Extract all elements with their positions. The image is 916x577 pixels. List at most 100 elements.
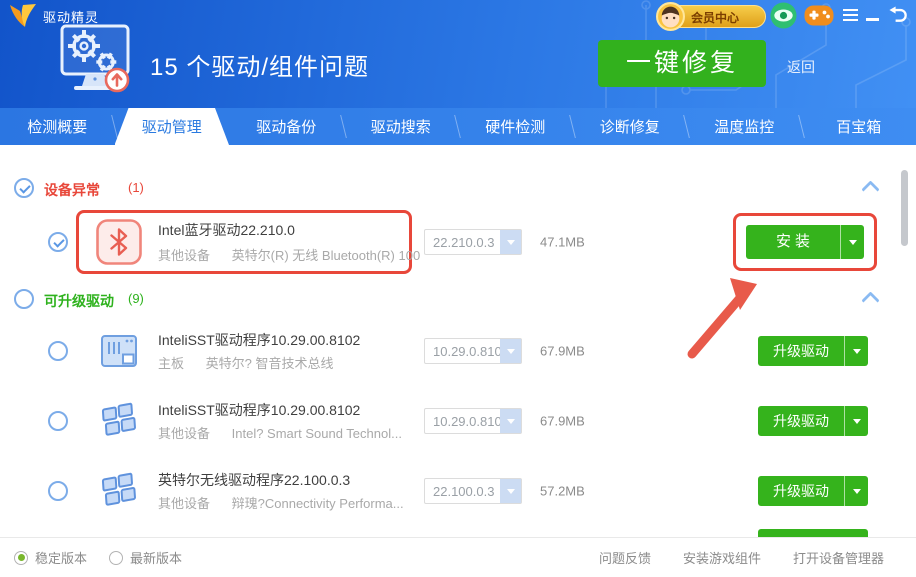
device-category: 其他设备 (158, 496, 210, 511)
device-description: Intel? Smart Sound Technol... (232, 426, 402, 441)
dropdown-arrow-icon[interactable] (500, 479, 521, 503)
driver-title: 英特尔无线驱动程序22.100.0.3 (158, 470, 350, 490)
back-link[interactable]: 返回 (787, 57, 815, 77)
protection-eye-icon[interactable] (770, 2, 797, 29)
back-arrow-icon[interactable] (888, 6, 907, 24)
tab-3[interactable]: 驱动备份 (229, 108, 344, 145)
gamepad-icon[interactable] (804, 4, 834, 27)
version-value: 22.100.0.3 (433, 484, 494, 499)
tab-7[interactable]: 温度监控 (687, 108, 802, 145)
dropdown-arrow-icon[interactable] (500, 230, 521, 254)
section-count: (9) (128, 291, 144, 306)
open-device-manager-link[interactable]: 打开设备管理器 (793, 548, 884, 567)
version-select[interactable]: 10.29.0.8102 (424, 338, 522, 364)
tab-8[interactable]: 百宝箱 (802, 108, 916, 145)
driver-size: 47.1MB (540, 235, 585, 250)
tab-1[interactable]: 检测概要 (0, 108, 115, 145)
stable-version-label: 稳定版本 (35, 548, 87, 567)
version-value: 22.210.0.3 (433, 235, 494, 250)
stable-version-option[interactable]: 稳定版本 (14, 548, 87, 567)
tab-5[interactable]: 硬件检测 (458, 108, 573, 145)
version-preference-group: 稳定版本 最新版本 (14, 538, 182, 577)
driver-genius-logo-icon (9, 4, 37, 29)
driver-size: 57.2MB (540, 484, 585, 499)
driver-title: Intel蓝牙驱动22.210.0 (158, 220, 295, 240)
version-value: 10.29.0.8102 (433, 344, 509, 359)
windows-driver-icon (96, 398, 142, 444)
collapse-chevron-icon[interactable] (862, 290, 880, 304)
version-select[interactable]: 22.210.0.3 (424, 229, 522, 255)
driver-row: InteliSST驱动程序10.29.00.8102 其他设备 Intel? S… (0, 390, 916, 452)
device-category: 其他设备 (158, 248, 210, 263)
section-header: 可升级驱动 (9) (14, 288, 916, 312)
menu-icon[interactable] (843, 9, 858, 24)
device-description: 英特尔(R) 无线 Bluetooth(R) 100 (232, 248, 421, 263)
section-label: 可升级驱动 (44, 291, 114, 311)
stable-version-radio[interactable] (14, 551, 28, 565)
row-checkbox[interactable] (48, 341, 68, 361)
section-count: (1) (128, 180, 144, 195)
device-category: 主板 (158, 356, 184, 371)
partial-action-button[interactable] (758, 529, 868, 537)
action-label[interactable]: 升级驱动 (758, 406, 845, 436)
one-key-fix-button[interactable]: 一键修复 (598, 40, 766, 87)
latest-version-label: 最新版本 (130, 548, 182, 567)
dropdown-arrow-icon[interactable] (500, 339, 521, 363)
action-label[interactable]: 升级驱动 (758, 476, 845, 506)
action-button[interactable]: 升级驱动 (758, 336, 868, 366)
driver-size: 67.9MB (540, 344, 585, 359)
action-label[interactable]: 升级驱动 (758, 336, 845, 366)
tab-2[interactable]: 驱动管理 (115, 108, 230, 145)
collapse-chevron-icon[interactable] (862, 179, 880, 193)
driver-size: 67.9MB (540, 414, 585, 429)
motherboard-icon (96, 328, 142, 374)
member-center-button[interactable]: 会员中心 (658, 5, 766, 28)
version-select[interactable]: 10.29.0.8102 (424, 408, 522, 434)
version-select[interactable]: 22.100.0.3 (424, 478, 522, 504)
section-header: 设备异常 (1) (14, 177, 916, 201)
footer: 稳定版本 最新版本 问题反馈 安装游戏组件 打开设备管理器 (0, 537, 916, 577)
device-description: 英特尔? 智音技术总线 (206, 356, 334, 371)
driver-title: InteliSST驱动程序10.29.00.8102 (158, 400, 360, 420)
action-button[interactable]: 安装 (746, 225, 864, 259)
windows-driver-icon (96, 468, 142, 514)
action-dropdown-icon[interactable] (845, 476, 868, 506)
section-label: 设备异常 (44, 180, 100, 200)
row-checkbox[interactable] (48, 411, 68, 431)
driver-row: InteliSST驱动程序10.29.00.8102 主板 英特尔? 智音技术总… (0, 320, 916, 382)
device-description: 辩瑰?Connectivity Performa... (232, 496, 404, 511)
dropdown-arrow-icon[interactable] (500, 409, 521, 433)
latest-version-option[interactable]: 最新版本 (109, 548, 182, 567)
action-label[interactable]: 安装 (746, 225, 841, 259)
action-button[interactable]: 升级驱动 (758, 406, 868, 436)
install-game-components-link[interactable]: 安装游戏组件 (683, 548, 761, 567)
feedback-link[interactable]: 问题反馈 (599, 548, 651, 567)
row-checkbox[interactable] (48, 232, 68, 252)
avatar (656, 2, 685, 31)
minimize-icon[interactable] (866, 18, 879, 21)
action-dropdown-icon[interactable] (841, 225, 864, 259)
section-checkbox[interactable] (14, 289, 34, 309)
tab-6[interactable]: 诊断修复 (573, 108, 688, 145)
driver-title: InteliSST驱动程序10.29.00.8102 (158, 330, 360, 350)
footer-links: 问题反馈 安装游戏组件 打开设备管理器 (599, 538, 884, 577)
driver-list-panel: 设备异常 (1) Intel蓝牙驱动22.210.0 其他设备 英特尔(R) 无… (0, 145, 916, 537)
page-title: 15 个驱动/组件问题 (150, 47, 369, 82)
member-center-label: 会员中心 (691, 9, 739, 26)
driver-row: Intel蓝牙驱动22.210.0 其他设备 英特尔(R) 无线 Bluetoo… (0, 210, 916, 274)
section-checkbox[interactable] (14, 178, 34, 198)
header: 驱动精灵 会员中心 (0, 0, 916, 108)
row-checkbox[interactable] (48, 481, 68, 501)
version-value: 10.29.0.8102 (433, 414, 509, 429)
tab-bar: 检测概要驱动管理驱动备份驱动搜索硬件检测诊断修复温度监控百宝箱 (0, 108, 916, 145)
tab-4[interactable]: 驱动搜索 (344, 108, 459, 145)
scrollbar-thumb[interactable] (901, 170, 908, 246)
action-button[interactable]: 升级驱动 (758, 476, 868, 506)
bluetooth-device-icon (96, 219, 142, 265)
latest-version-radio[interactable] (109, 551, 123, 565)
action-dropdown-icon[interactable] (845, 336, 868, 366)
computer-gears-icon (50, 22, 140, 102)
driver-row: 英特尔无线驱动程序22.100.0.3 其他设备 辩瑰?Connectivity… (0, 460, 916, 522)
device-category: 其他设备 (158, 426, 210, 441)
action-dropdown-icon[interactable] (845, 406, 868, 436)
